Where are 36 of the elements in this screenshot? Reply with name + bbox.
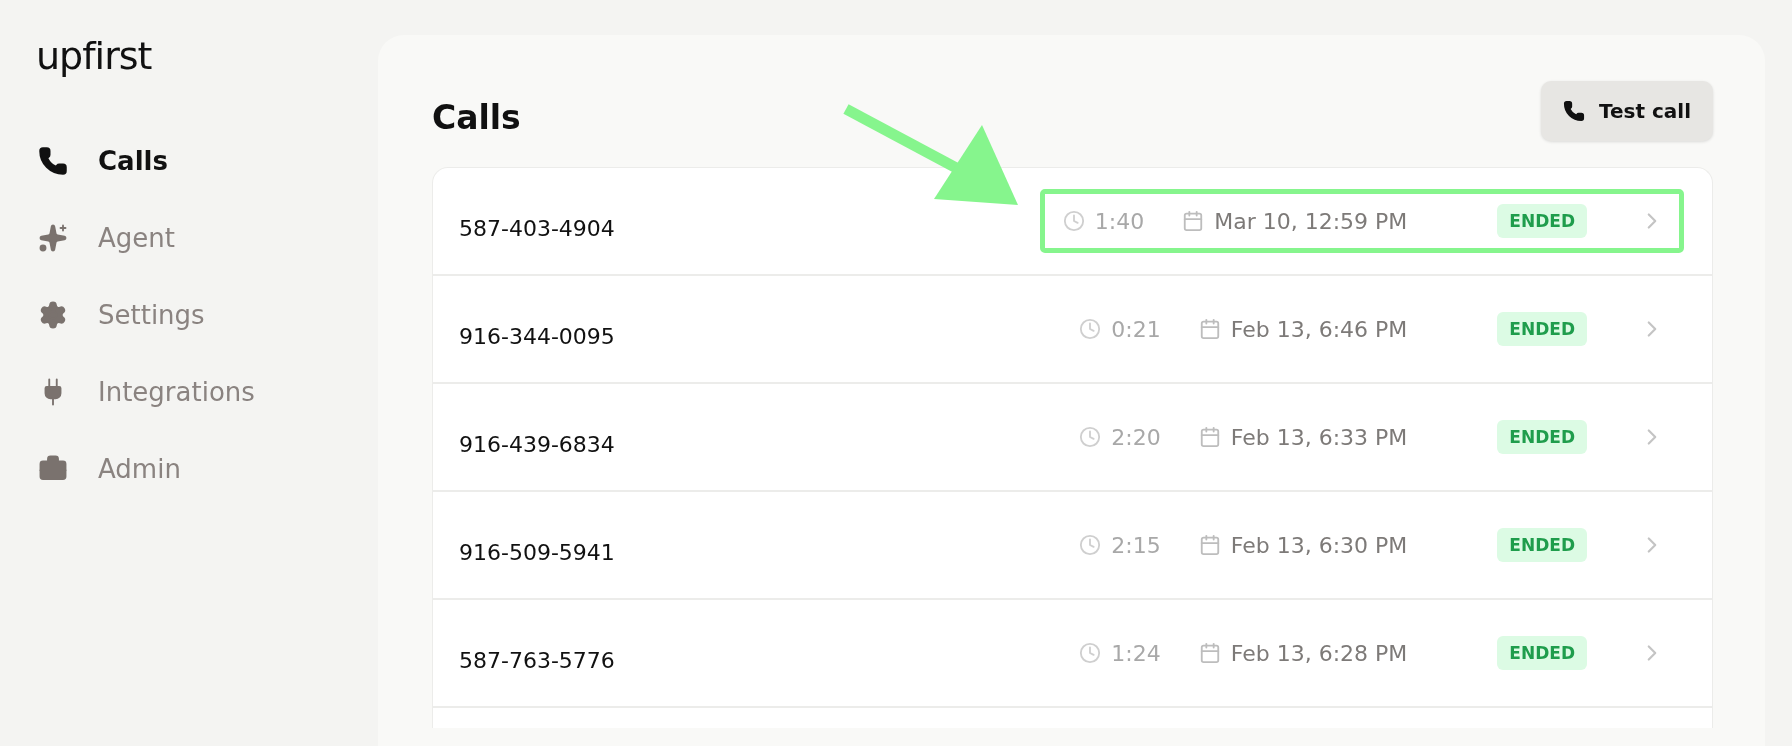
sidebar-item[interactable]: Calls — [36, 122, 168, 199]
calendar-icon — [1182, 210, 1205, 232]
calendar-icon — [1198, 426, 1221, 448]
call-date: Feb 13, 6:28 PM — [1230, 640, 1408, 666]
page-title: Calls — [432, 96, 521, 137]
phone-number[interactable]: 587-763-5776 — [459, 633, 1057, 673]
call-duration: 2:20 — [1111, 424, 1161, 450]
phone-number[interactable]: 916-509-5941 — [459, 525, 1057, 565]
phone-number[interactable]: 916-439-6834 — [459, 417, 1057, 457]
calendar-icon — [1198, 534, 1221, 556]
brand-logo: upfirst — [36, 34, 152, 78]
phone-icon — [1562, 100, 1585, 122]
call-date: Feb 13, 6:46 PM — [1230, 316, 1408, 342]
phone-number[interactable]: 916-344-0095 — [459, 309, 1057, 349]
status-badge: ENDED — [1497, 636, 1587, 670]
call-date: Feb 13, 6:33 PM — [1230, 424, 1408, 450]
clock-icon — [1079, 318, 1102, 340]
call-date: Feb 13, 6:30 PM — [1230, 532, 1408, 558]
call-duration: 1:40 — [1094, 208, 1145, 234]
phone-number[interactable]: 587-403-4904 — [459, 201, 1040, 241]
status-badge: ENDED — [1497, 312, 1587, 346]
clock-icon — [1079, 642, 1102, 664]
status-badge: ENDED — [1497, 528, 1587, 562]
clock-icon — [1079, 534, 1102, 556]
calendar-icon — [1198, 642, 1221, 664]
call-duration: 0:21 — [1111, 316, 1161, 342]
test-call-button[interactable]: Test call — [1540, 81, 1713, 141]
call-duration: 1:24 — [1111, 640, 1161, 666]
status-badge: ENDED — [1497, 204, 1587, 238]
calendar-icon — [1198, 318, 1221, 340]
call-date: Mar 10, 12:59 PM — [1214, 208, 1408, 234]
status-badge: ENDED — [1497, 420, 1587, 454]
clock-icon — [1079, 426, 1102, 448]
clock-icon — [1062, 210, 1085, 232]
phone-icon — [36, 145, 70, 176]
call-duration: 2:15 — [1111, 532, 1161, 558]
